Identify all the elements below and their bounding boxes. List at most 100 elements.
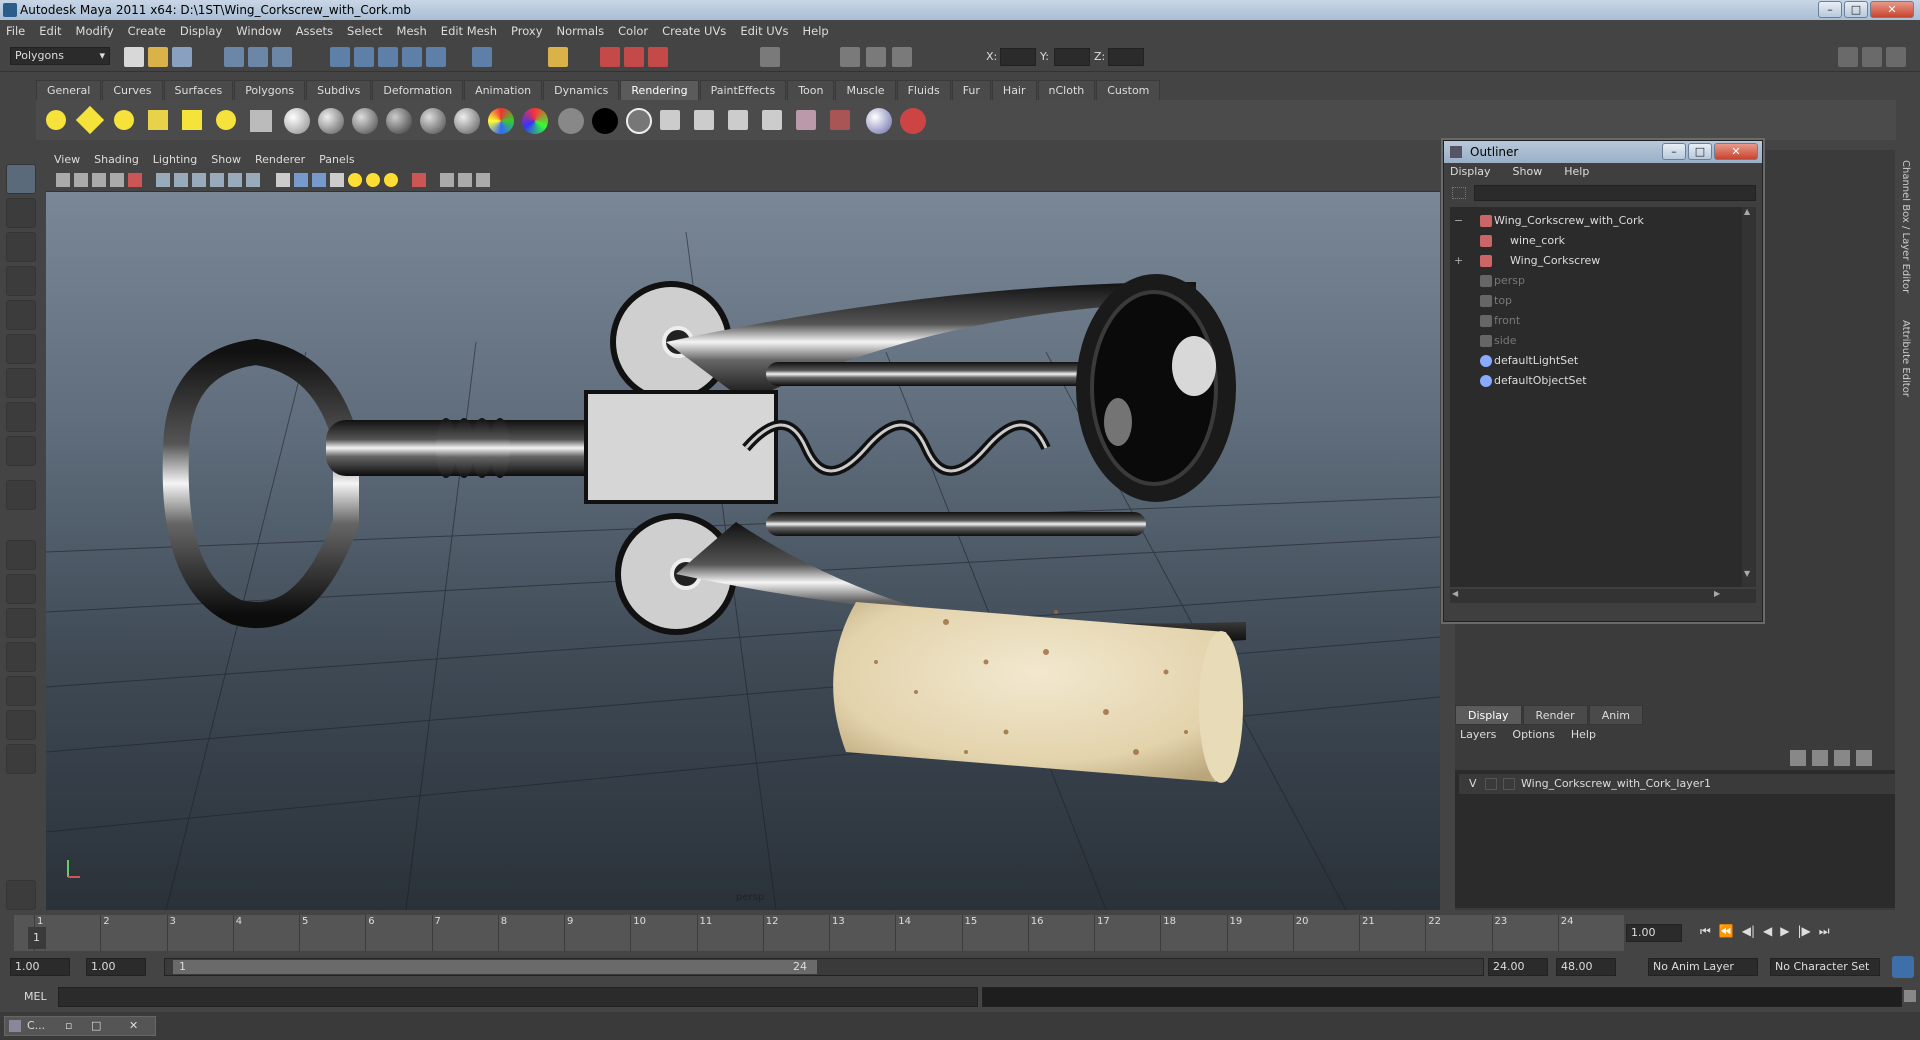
layer-menu-layers[interactable]: Layers — [1460, 728, 1496, 741]
shelf-tab-toon[interactable]: Toon — [787, 80, 835, 100]
filter-icon[interactable] — [1452, 187, 1466, 199]
film-gate-icon[interactable] — [174, 173, 188, 187]
close-button[interactable]: ✕ — [1870, 1, 1914, 18]
step-forward-frame-icon[interactable]: |▶ — [1798, 924, 1811, 939]
volume-light-icon[interactable] — [216, 110, 236, 130]
wireframe-on-shaded-icon[interactable] — [312, 173, 326, 187]
layer-tab-display[interactable]: Display — [1455, 705, 1522, 725]
layout-icon-3[interactable] — [892, 47, 912, 67]
shelf-tab-polygons[interactable]: Polygons — [234, 80, 306, 100]
persp-outliner-layout-icon[interactable] — [6, 608, 36, 638]
camera-attributes-icon[interactable] — [74, 173, 88, 187]
current-frame-field[interactable]: 1.00 — [1626, 924, 1682, 942]
snap-grid-icon[interactable] — [330, 47, 350, 67]
xray-icon[interactable] — [440, 173, 454, 187]
menu-file[interactable]: File — [6, 24, 25, 38]
show-attribute-editor-icon[interactable] — [1838, 47, 1858, 67]
menu-assets[interactable]: Assets — [296, 24, 333, 38]
safe-action-icon[interactable] — [246, 173, 260, 187]
range-slider[interactable]: 1 24 — [164, 958, 1484, 976]
current-time-marker[interactable]: 1 — [28, 927, 46, 949]
mia-material-icon[interactable] — [626, 108, 652, 134]
sidebar-toggle-icon[interactable] — [760, 47, 780, 67]
universal-manipulator-icon[interactable] — [6, 368, 36, 398]
collapse-icon[interactable]: − — [1454, 211, 1463, 231]
menu-display[interactable]: Display — [180, 24, 222, 38]
camera-icon[interactable] — [250, 110, 272, 132]
shelf-tab-rendering[interactable]: Rendering — [620, 80, 699, 100]
two-d-pan-zoom-icon[interactable] — [128, 173, 142, 187]
area-light-icon[interactable] — [182, 110, 202, 130]
menu-window[interactable]: Window — [236, 24, 281, 38]
y-field[interactable] — [1054, 48, 1090, 66]
resolution-gate-icon[interactable] — [192, 173, 206, 187]
use-background-icon[interactable] — [592, 108, 618, 134]
history-icon[interactable] — [548, 47, 568, 67]
phong-icon[interactable] — [352, 108, 378, 134]
shelf-tab-dynamics[interactable]: Dynamics — [543, 80, 620, 100]
x-field[interactable] — [1000, 48, 1036, 66]
select-tool-icon[interactable] — [6, 164, 36, 194]
outliner-item[interactable]: defaultLightSet — [1450, 351, 1740, 371]
scroll-left-arrow-icon[interactable]: ◀ — [1452, 589, 1458, 598]
go-to-start-icon[interactable]: ⏮ — [1700, 924, 1711, 939]
perspective-viewport[interactable]: persp — [46, 192, 1440, 910]
show-manipulator-icon[interactable] — [6, 436, 36, 466]
side-tab-channel-box[interactable]: Channel Box / Layer Editor — [1900, 160, 1911, 293]
render-current-icon[interactable] — [600, 47, 620, 67]
lasso-tool-icon[interactable] — [6, 198, 36, 228]
viewport-menu-renderer[interactable]: Renderer — [255, 150, 305, 170]
viewport-menu-shading[interactable]: Shading — [94, 150, 139, 170]
viewport-menu-show[interactable]: Show — [211, 150, 241, 170]
texture-icon[interactable] — [660, 110, 680, 130]
outliner-menu-show[interactable]: Show — [1513, 165, 1543, 178]
snap-plane-icon[interactable] — [402, 47, 422, 67]
shelf-tab-ncloth[interactable]: nCloth — [1037, 80, 1096, 100]
step-back-key-icon[interactable]: ⏪ — [1719, 924, 1734, 939]
menu-edit[interactable]: Edit — [39, 24, 61, 38]
outliner-item[interactable]: + Wing_Corkscrew — [1450, 251, 1740, 271]
script-editor-icon-small[interactable] — [1904, 990, 1916, 1002]
ramp-shader-icon[interactable] — [488, 108, 514, 134]
shelf-tab-curves[interactable]: Curves — [102, 80, 163, 100]
hud-icon[interactable] — [476, 173, 490, 187]
layered-shader-icon[interactable] — [454, 108, 480, 134]
outliner-item[interactable]: top — [1450, 291, 1740, 311]
scroll-right-arrow-icon[interactable]: ▶ — [1714, 589, 1720, 598]
outliner-item[interactable]: persp — [1450, 271, 1740, 291]
outliner-item[interactable]: − Wing_Corkscrew_with_Cork — [1450, 211, 1740, 231]
layer-type-toggle[interactable] — [1485, 778, 1497, 790]
play-backwards-icon[interactable]: ◀ — [1763, 924, 1772, 939]
move-tool-icon[interactable] — [6, 266, 36, 296]
snap-curve-icon[interactable] — [354, 47, 374, 67]
move-layer-up-icon[interactable] — [1834, 750, 1850, 766]
menu-select[interactable]: Select — [347, 24, 382, 38]
close-icon[interactable]: ✕ — [129, 1017, 138, 1035]
scale-tool-icon[interactable] — [6, 334, 36, 364]
outliner-maximize-button[interactable]: □ — [1688, 143, 1712, 160]
layer-menu-options[interactable]: Options — [1512, 728, 1554, 741]
outliner-menu-help[interactable]: Help — [1564, 165, 1589, 178]
shelf-tab-painteffects[interactable]: PaintEffects — [699, 80, 787, 100]
shelf-tab-surfaces[interactable]: Surfaces — [163, 80, 234, 100]
bookmark-icon[interactable] — [92, 173, 106, 187]
blinn-icon[interactable] — [318, 108, 344, 134]
menu-set-dropdown[interactable]: Polygons ▾ — [10, 47, 110, 65]
hypershade-icon[interactable] — [762, 110, 782, 130]
smooth-shade-icon[interactable] — [294, 173, 308, 187]
menu-proxy[interactable]: Proxy — [511, 24, 543, 38]
outliner-menu-display[interactable]: Display — [1450, 165, 1491, 178]
layout-icon-2[interactable] — [866, 47, 886, 67]
select-hierarchy-icon[interactable] — [224, 47, 244, 67]
new-layer-icon[interactable] — [1790, 750, 1806, 766]
viewport-menu-view[interactable]: View — [54, 150, 80, 170]
render-view-icon[interactable] — [796, 110, 816, 130]
render-globals-icon[interactable] — [866, 108, 892, 134]
expand-icon[interactable]: + — [1454, 251, 1463, 271]
select-object-icon[interactable] — [248, 47, 268, 67]
graph-editor-layout-icon[interactable] — [6, 710, 36, 740]
animation-end-field[interactable]: 48.00 — [1556, 958, 1616, 976]
isolate-select-icon[interactable] — [412, 173, 426, 187]
snap-point-icon[interactable] — [378, 47, 398, 67]
rotate-tool-icon[interactable] — [6, 300, 36, 330]
